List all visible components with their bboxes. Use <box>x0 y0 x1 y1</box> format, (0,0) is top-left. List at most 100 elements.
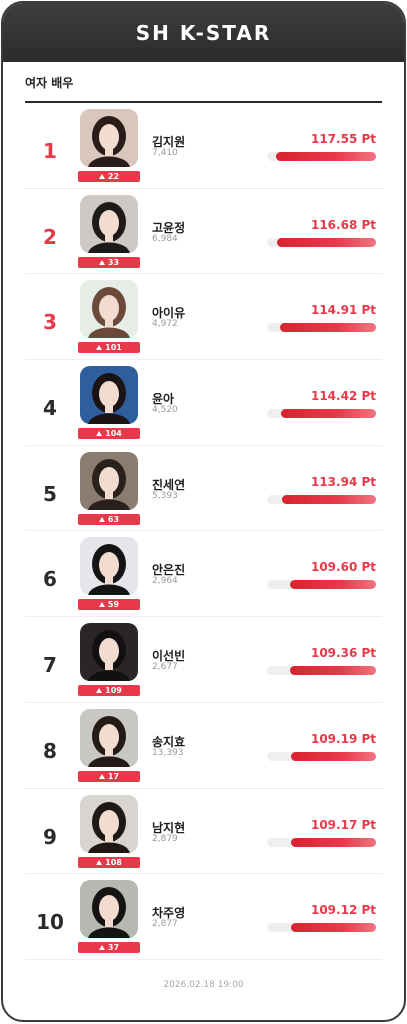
rank-change-value: 101 <box>105 343 122 353</box>
score-bar-track <box>267 751 376 761</box>
score-value: 109.36 Pt <box>310 646 376 661</box>
ranking-row[interactable]: 9 108 남지현 2,879 109.17 Pt <box>25 789 382 875</box>
vote-count: 13,393 <box>152 747 184 758</box>
score-bar-fill <box>280 323 376 333</box>
score-value: 109.19 Pt <box>310 731 376 746</box>
profile-photo[interactable] <box>80 109 138 167</box>
rank-number: 5 <box>43 481 57 506</box>
up-arrow-icon <box>98 174 105 179</box>
header-bar: SH K-STAR <box>3 3 404 62</box>
score-bar-track <box>267 580 376 590</box>
up-arrow-icon <box>98 602 105 608</box>
rank-change-badge: 17 <box>78 770 140 782</box>
vote-count: 6,984 <box>152 233 178 244</box>
score-bar-fill <box>290 666 376 676</box>
ranking-list: 1 22 김지원 7,410 117.55 Pt 2 33 고윤정 6,984 … <box>25 103 382 960</box>
rank-number: 6 <box>43 567 57 592</box>
up-arrow-icon <box>98 516 105 522</box>
rank-change-badge: 33 <box>78 256 140 268</box>
rank-number: 9 <box>43 824 57 849</box>
score-bar-fill <box>290 923 376 933</box>
ranking-card: SH K-STAR 여자 배우 1 22 김지원 7,410 117.55 Pt… <box>1 1 406 1022</box>
rank-change-value: 22 <box>107 172 120 181</box>
update-timestamp: 2026.02.18 19:00 <box>163 980 244 990</box>
vote-count: 2,677 <box>152 662 178 673</box>
score-bar-fill <box>290 751 376 761</box>
vote-count: 2,877 <box>152 919 178 930</box>
score-value: 109.60 Pt <box>310 560 376 575</box>
profile-photo[interactable] <box>80 451 138 510</box>
profile-photo[interactable] <box>80 708 138 767</box>
score-bar-fill <box>290 837 376 847</box>
rank-number: 4 <box>43 396 57 421</box>
rank-number: 3 <box>43 310 57 335</box>
up-arrow-icon <box>96 859 103 865</box>
ranking-row[interactable]: 10 37 차주영 2,877 109.12 Pt <box>25 874 382 960</box>
score-bar-fill <box>282 494 376 504</box>
rank-change-badge: 104 <box>78 428 140 440</box>
score-bar-track <box>267 323 376 333</box>
score-bar-track <box>267 152 376 161</box>
score-bar-track <box>267 409 376 419</box>
profile-photo[interactable] <box>80 794 138 853</box>
ranking-row[interactable]: 3 101 아이유 4,972 114.91 Pt <box>25 274 382 361</box>
ranking-row[interactable]: 6 59 안은진 2,964 109.60 Pt <box>25 531 382 618</box>
score-bar-fill <box>275 152 376 161</box>
profile-photo[interactable] <box>80 280 138 339</box>
ranking-row[interactable]: 8 17 송지효 13,393 109.19 Pt <box>25 703 382 789</box>
rank-change-badge: 108 <box>78 856 140 868</box>
rank-change-badge: 63 <box>78 513 140 525</box>
rank-change-value: 37 <box>107 943 120 953</box>
score-bar-fill <box>277 237 376 247</box>
ranking-row[interactable]: 1 22 김지원 7,410 117.55 Pt <box>25 103 382 189</box>
rank-change-value: 59 <box>107 600 120 610</box>
score-value: 109.17 Pt <box>310 817 376 832</box>
rank-change-badge: 59 <box>78 599 140 611</box>
profile-photo[interactable] <box>80 880 138 939</box>
rank-change-value: 17 <box>107 771 120 781</box>
rank-change-value: 63 <box>107 514 120 524</box>
up-arrow-icon <box>98 945 105 951</box>
profile-photo[interactable] <box>80 623 138 682</box>
score-bar-track <box>267 666 376 676</box>
up-arrow-icon <box>98 773 105 779</box>
rank-number: 10 <box>36 910 64 935</box>
ranking-row[interactable]: 4 104 윤아 4,520 114.42 Pt <box>25 360 382 446</box>
vote-count: 2,879 <box>152 833 178 844</box>
rank-number: 2 <box>43 224 57 249</box>
category-tab[interactable]: 여자 배우 <box>25 62 382 103</box>
rank-change-badge: 22 <box>78 171 140 182</box>
rank-change-value: 109 <box>105 686 122 696</box>
vote-count: 2,964 <box>152 576 178 587</box>
vote-count: 4,520 <box>152 405 178 416</box>
score-bar-fill <box>289 580 376 590</box>
rank-number: 1 <box>43 139 57 163</box>
score-value: 114.91 Pt <box>310 303 376 318</box>
profile-photo[interactable] <box>80 366 138 425</box>
up-arrow-icon <box>96 431 103 437</box>
profile-photo[interactable] <box>80 194 138 253</box>
profile-photo[interactable] <box>80 537 138 596</box>
up-arrow-icon <box>98 259 105 265</box>
up-arrow-icon <box>96 688 103 694</box>
rank-change-badge: 109 <box>78 685 140 697</box>
vote-count: 5,393 <box>152 490 178 501</box>
rank-change-value: 104 <box>105 429 122 439</box>
score-value: 113.94 Pt <box>310 474 376 489</box>
ranking-row[interactable]: 5 63 진세연 5,393 113.94 Pt <box>25 446 382 532</box>
rank-change-value: 33 <box>107 257 120 267</box>
score-value: 114.42 Pt <box>310 389 376 404</box>
vote-count: 7,410 <box>152 148 178 158</box>
app-title: SH K-STAR <box>135 20 272 45</box>
score-bar-fill <box>281 409 376 419</box>
up-arrow-icon <box>96 345 103 351</box>
rank-change-badge: 101 <box>78 342 140 354</box>
score-bar-track <box>267 923 376 933</box>
score-value: 116.68 Pt <box>310 217 376 232</box>
ranking-row[interactable]: 7 109 이선빈 2,677 109.36 Pt <box>25 617 382 703</box>
rank-change-badge: 37 <box>78 942 140 954</box>
category-label: 여자 배우 <box>25 76 74 90</box>
ranking-row[interactable]: 2 33 고윤정 6,984 116.68 Pt <box>25 189 382 275</box>
score-value: 117.55 Pt <box>310 132 376 146</box>
rank-number: 7 <box>43 653 57 678</box>
